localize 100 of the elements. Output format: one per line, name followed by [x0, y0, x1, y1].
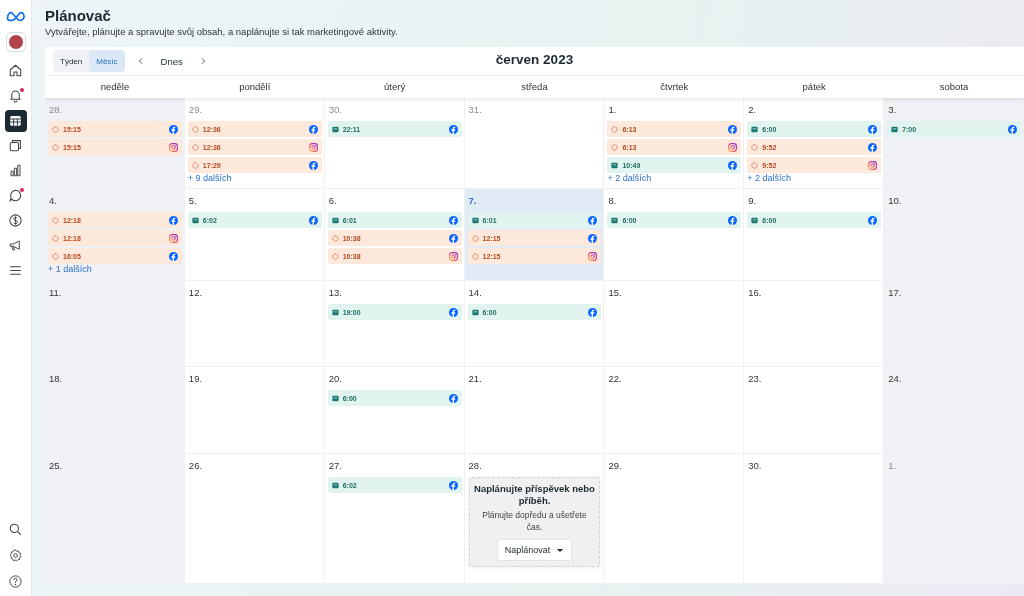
day-number: 10. [888, 195, 903, 206]
facebook-icon [448, 124, 458, 134]
instagram-icon [448, 251, 458, 261]
instagram-icon [868, 160, 878, 170]
page-subtitle: Vytvářejte, plánujte a spravujte svůj obsah, a naplánujte si tak marketingové aktivity. [45, 25, 399, 38]
facebook-icon [588, 233, 598, 243]
day-number: 26. [188, 460, 204, 471]
progress-ring-icon [52, 252, 59, 260]
facebook-icon [168, 215, 178, 225]
post-icon [611, 161, 619, 169]
more-link[interactable]: + 1 dalších [48, 264, 92, 274]
day-number: 30. [748, 460, 763, 471]
facebook-icon [308, 215, 318, 225]
day-cell[interactable]: 11. [45, 281, 185, 367]
day-number: 3. [888, 104, 898, 115]
facebook-icon [168, 251, 178, 261]
post-icon [331, 308, 339, 316]
day-cell[interactable]: 24. [884, 367, 1024, 454]
weekday-header: pátek [801, 80, 827, 94]
more-link[interactable]: + 2 dalších [607, 173, 652, 183]
day-cell[interactable]: 1. [884, 454, 1024, 584]
day-number: 4. [49, 195, 58, 206]
day-cell[interactable]: 26. [184, 454, 325, 584]
day-number: 25. [49, 460, 64, 471]
more-link[interactable]: + 2 dalších [747, 173, 792, 183]
facebook-icon [1008, 124, 1017, 134]
day-cell[interactable]: 19. [184, 367, 325, 454]
more-link[interactable]: + 9 dalších [187, 173, 232, 183]
progress-ring-icon [52, 125, 59, 133]
day-number: 31. [468, 104, 483, 115]
day-number: 6. [328, 195, 338, 206]
month-title: červen 2023 [495, 52, 574, 67]
facebook-icon [728, 215, 738, 225]
day-number: 28. [468, 460, 483, 471]
day-number: 1. [608, 104, 618, 115]
view-tab[interactable]: Týden [53, 50, 90, 72]
progress-ring-icon [191, 125, 199, 133]
instagram-icon [728, 142, 738, 152]
post-icon [751, 125, 759, 133]
logo-icon[interactable] [5, 10, 26, 22]
calendar-icon[interactable] [4, 109, 27, 132]
instagram-icon [168, 142, 178, 152]
weekday-header: sobota [938, 80, 970, 94]
day-cell[interactable]: 21. [464, 367, 605, 454]
day-number: 17. [888, 287, 903, 298]
post-icon [471, 308, 479, 316]
progress-ring-icon [52, 143, 59, 151]
day-number: 16. [748, 287, 763, 298]
facebook-icon [448, 215, 458, 225]
progress-ring-icon [331, 252, 339, 260]
day-number: 29. [188, 104, 204, 115]
facebook-icon [868, 215, 878, 225]
day-cell[interactable]: 25. [45, 454, 185, 584]
facebook-icon [868, 142, 878, 152]
post-icon [331, 394, 339, 402]
day-cell[interactable]: 15. [604, 281, 745, 367]
instagram-icon [308, 142, 318, 152]
facebook-icon [728, 124, 738, 134]
day-cell[interactable]: 12. [184, 281, 325, 367]
post-icon [331, 481, 339, 489]
day-number: 14. [468, 287, 483, 298]
day-number: 22. [608, 373, 623, 384]
progress-ring-icon [751, 161, 759, 169]
progress-ring-icon [751, 143, 759, 151]
day-number: 12. [188, 287, 204, 298]
view-tab[interactable]: Měsíc [89, 50, 125, 72]
caret-icon [556, 547, 565, 553]
facebook-icon [588, 215, 598, 225]
avatar[interactable] [5, 32, 26, 52]
day-number: 7. [468, 195, 478, 206]
instagram-icon [588, 251, 598, 261]
weekday-header: úterý [383, 80, 407, 94]
day-number: 23. [748, 373, 763, 384]
day-number: 8. [608, 195, 618, 206]
day-cell[interactable]: 29. [604, 454, 745, 584]
facebook-icon [168, 124, 178, 134]
day-number: 13. [328, 287, 343, 298]
day-cell[interactable]: 22. [604, 367, 745, 454]
day-number: 30. [328, 104, 343, 115]
instagram-icon [168, 233, 178, 243]
day-cell[interactable]: 28. Naplánujte příspěvek nebo příběh. Plánujte dopředu a ušetřete čas. Naplánovat [464, 454, 605, 584]
facebook-icon [868, 124, 878, 134]
schedule-button[interactable]: Naplánovat [496, 539, 573, 561]
day-number: 9. [748, 195, 758, 206]
facebook-icon [588, 307, 598, 317]
progress-ring-icon [471, 234, 479, 242]
day-number: 21. [468, 373, 483, 384]
chevron-left-icon [136, 57, 145, 65]
day-number: 19. [188, 373, 204, 384]
day-cell[interactable]: 10. [884, 189, 1024, 281]
post-icon [331, 125, 339, 133]
day-number: 5. [188, 195, 198, 206]
prompt-title: Naplánujte příspěvek nebo příběh. [473, 483, 596, 507]
day-cell[interactable]: 18. [45, 367, 185, 454]
weekday-header: pondělí [238, 80, 272, 94]
day-cell[interactable]: 17. [884, 281, 1024, 367]
progress-ring-icon [52, 234, 59, 242]
today-button[interactable]: Dnes [156, 53, 187, 69]
facebook-icon [448, 480, 458, 490]
progress-ring-icon [191, 161, 199, 169]
